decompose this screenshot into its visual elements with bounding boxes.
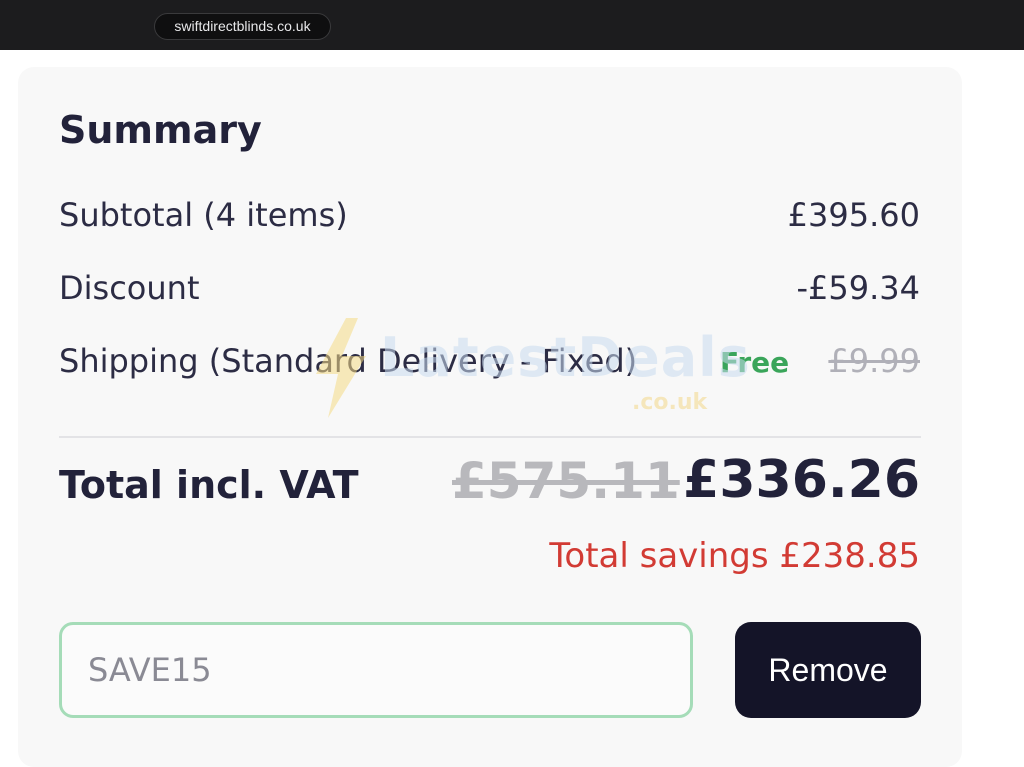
shipping-label: Shipping (Standard Delivery - Fixed): [59, 342, 638, 380]
divider: [59, 436, 921, 438]
total-price: £336.26: [683, 450, 920, 510]
browser-top-bar: swiftdirectblinds.co.uk: [0, 0, 1024, 50]
subtotal-label: Subtotal (4 items): [59, 196, 348, 234]
coupon-code-input[interactable]: SAVE15: [59, 622, 693, 718]
url-bar[interactable]: swiftdirectblinds.co.uk: [154, 13, 331, 40]
shipping-original-price: £9.99: [828, 342, 920, 380]
total-label: Total incl. VAT: [59, 463, 359, 507]
total-savings: Total savings £238.85: [549, 536, 920, 576]
discount-label: Discount: [59, 269, 200, 307]
summary-title: Summary: [59, 108, 262, 152]
discount-value: -£59.34: [796, 269, 920, 307]
subtotal-value: £395.60: [787, 196, 920, 234]
shipping-free-badge: Free: [720, 346, 790, 379]
remove-coupon-button[interactable]: Remove: [735, 622, 921, 718]
total-original-price: £575.11: [452, 452, 680, 510]
